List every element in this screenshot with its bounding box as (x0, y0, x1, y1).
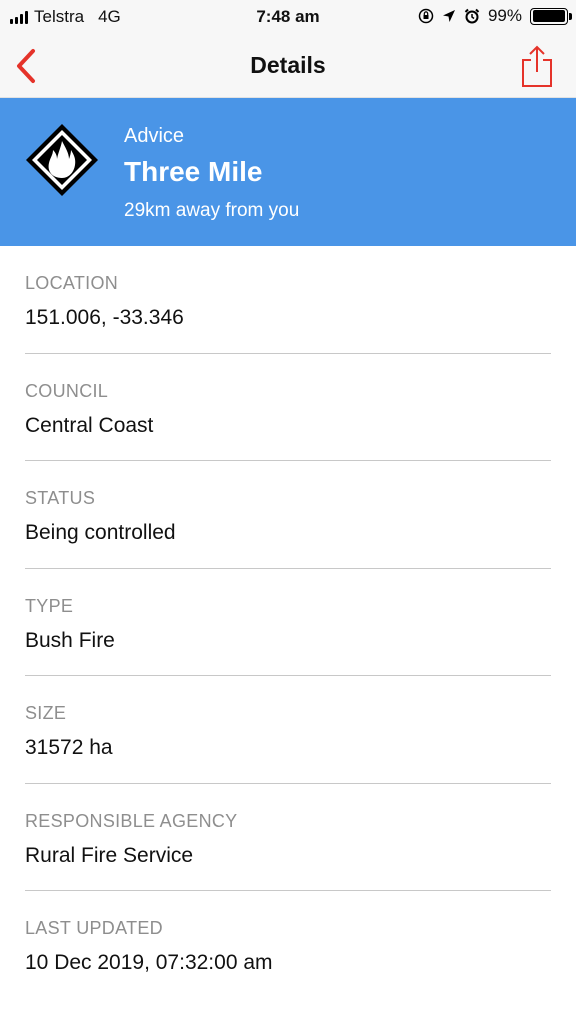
detail-label: SIZE (25, 703, 67, 723)
page-title: Details (250, 52, 326, 78)
detail-label: RESPONSIBLE AGENCY (25, 810, 238, 831)
detail-value: Being controlled (25, 521, 176, 544)
fire-warning-icon (26, 124, 98, 196)
detail-label: COUNCIL (25, 380, 109, 401)
detail-row-last-updated: LAST UPDATED 10 Dec 2019, 07:32:00 am (25, 891, 551, 999)
detail-value: 151.006, -33.346 (25, 306, 184, 329)
alert-level: Advice (124, 125, 185, 147)
detail-row-council: COUNCIL Central Coast (25, 354, 551, 461)
detail-value: 31572 ha (25, 736, 113, 759)
detail-value: Bush Fire (25, 628, 115, 652)
share-button[interactable] (520, 44, 554, 88)
status-right: 99% (418, 6, 572, 26)
detail-value: 10 Dec 2019, 07:32:00 am (25, 951, 273, 974)
battery-fill (532, 10, 566, 22)
detail-label: LOCATION (25, 273, 119, 293)
share-icon (522, 45, 552, 87)
detail-label: TYPE (25, 595, 74, 616)
navigation-bar: Details (0, 34, 576, 98)
detail-value: Rural Fire Service (25, 843, 194, 867)
detail-value: Central Coast (25, 413, 154, 437)
detail-row-location: LOCATION 151.006, -33.346 (25, 246, 551, 354)
location-arrow-icon (442, 10, 455, 22)
alarm-icon (464, 8, 480, 24)
alert-banner: Advice Three Mile 29km away from you (0, 98, 576, 246)
battery-icon (530, 7, 572, 25)
detail-label: LAST UPDATED (25, 918, 163, 938)
detail-row-size: SIZE 31572 ha (25, 676, 551, 784)
detail-row-agency: RESPONSIBLE AGENCY Rural Fire Service (25, 784, 551, 891)
rotation-lock-icon (418, 8, 434, 24)
battery-percent: 99% (487, 6, 522, 25)
details-list: LOCATION 151.006, -33.346 COUNCIL Centra… (0, 246, 576, 999)
detail-row-type: TYPE Bush Fire (25, 569, 551, 676)
incident-name: Three Mile (124, 156, 263, 187)
detail-label: STATUS (25, 488, 96, 508)
status-bar: Telstra 4G 7:48 am 99% (0, 0, 576, 34)
incident-distance: 29km away from you (124, 200, 300, 221)
detail-row-status: STATUS Being controlled (25, 461, 551, 569)
